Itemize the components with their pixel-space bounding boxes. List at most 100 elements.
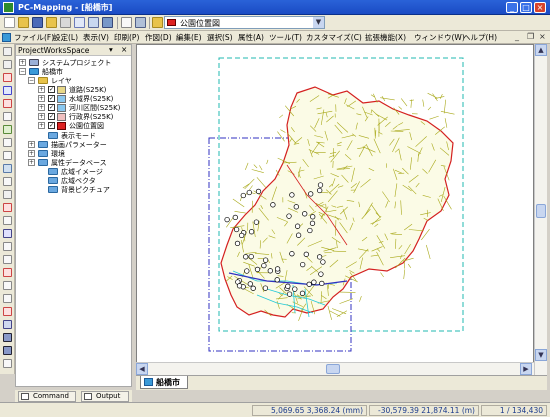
menu-view[interactable]: 表示(V) (83, 32, 109, 43)
info-icon[interactable] (3, 164, 12, 173)
map-canvas[interactable] (136, 44, 534, 375)
layer-visible-checkbox[interactable]: ✓ (48, 122, 55, 129)
scroll-right-button[interactable]: ▶ (520, 363, 532, 375)
layer-visible-checkbox[interactable]: ✓ (48, 104, 55, 111)
park-marker (317, 187, 323, 194)
zoom-in-icon[interactable] (3, 73, 12, 82)
menu-settings[interactable]: 設定(L) (53, 32, 78, 43)
road-segment (245, 162, 249, 171)
minimize-button[interactable]: _ (506, 2, 518, 13)
monitor-icon[interactable] (135, 17, 146, 28)
park-marker (254, 266, 261, 273)
close-button[interactable]: × (534, 2, 546, 13)
measure-icon[interactable] (3, 151, 12, 160)
maximize-button[interactable]: □ (520, 2, 532, 13)
menu-extensions[interactable]: 拡張機能(X) (365, 32, 406, 43)
output-icon (84, 393, 92, 400)
scroll-down-button[interactable]: ▼ (535, 349, 547, 361)
map-drawing[interactable] (137, 45, 534, 375)
park-marker (310, 214, 316, 220)
panel-pin-button[interactable]: ▾ (109, 45, 113, 54)
save-icon[interactable] (32, 17, 43, 28)
print-icon[interactable] (102, 17, 113, 28)
grid-icon[interactable] (3, 190, 12, 199)
menu-edit[interactable]: 編集(E) (176, 32, 202, 43)
menu-draw[interactable]: 作図(D) (145, 32, 172, 43)
zoom-window-icon[interactable] (3, 99, 12, 108)
menu-print[interactable]: 印刷(P) (114, 32, 139, 43)
split-icon[interactable] (3, 307, 12, 316)
open-project-icon[interactable] (46, 17, 57, 28)
point-icon[interactable] (3, 203, 12, 212)
layer-icon[interactable] (3, 320, 12, 329)
layer-folder-icon[interactable] (152, 17, 163, 28)
menu-attribute[interactable]: 属性(A) (238, 32, 264, 43)
road-segment (407, 263, 412, 268)
menu-select[interactable]: 選択(S) (207, 32, 233, 43)
layer-select[interactable]: 公園位置図 ▼ (164, 16, 325, 29)
expand-icon[interactable]: + (38, 104, 45, 111)
scroll-up-button[interactable]: ▲ (535, 44, 547, 56)
table-icon[interactable] (3, 346, 12, 355)
pan-icon[interactable] (3, 60, 12, 69)
export-icon[interactable] (60, 17, 71, 28)
folder-icon (48, 168, 58, 175)
zoom-out-icon[interactable] (3, 86, 12, 95)
line-icon[interactable] (3, 216, 12, 225)
copy-icon[interactable] (3, 294, 12, 303)
menu-customize[interactable]: カスタマイズ(C) (306, 32, 362, 43)
road-segment (253, 164, 258, 169)
horizontal-scrollbar[interactable]: ◀ ▶ (136, 362, 534, 375)
fit-icon[interactable] (3, 112, 12, 121)
text-icon[interactable] (3, 177, 12, 186)
rectangle-icon[interactable] (3, 242, 12, 251)
scroll-left-button[interactable]: ◀ (136, 363, 148, 375)
panel-close-button[interactable]: × (121, 45, 127, 54)
menu-help[interactable]: ヘルプ(H) (463, 32, 497, 43)
pointer-icon[interactable] (3, 47, 12, 56)
vertical-scroll-thumb[interactable] (536, 204, 546, 218)
command-tab[interactable]: Command (18, 391, 76, 402)
expand-icon[interactable]: + (28, 159, 35, 166)
move-icon[interactable] (3, 281, 12, 290)
menu-file[interactable]: ファイル(F) (14, 32, 54, 43)
layer-visible-checkbox[interactable]: ✓ (48, 113, 55, 120)
layer-visible-checkbox[interactable]: ✓ (48, 86, 55, 93)
road-segment (443, 99, 446, 114)
menu-tools[interactable]: ツール(T) (269, 32, 302, 43)
open-folder-icon[interactable] (18, 17, 29, 28)
mdi-restore-button[interactable]: ❐ (527, 32, 534, 42)
layer-visible-checkbox[interactable]: ✓ (48, 95, 55, 102)
menu-window[interactable]: ウィンドウ(W) (414, 32, 465, 43)
properties-icon[interactable] (74, 17, 85, 28)
attribute-icon[interactable] (3, 333, 12, 342)
output-tab[interactable]: Output (81, 391, 129, 402)
vertical-scrollbar[interactable]: ▲ ▼ (534, 44, 547, 375)
collapse-icon[interactable]: − (28, 77, 35, 84)
select-icon[interactable] (3, 138, 12, 147)
road-segment (380, 97, 395, 101)
print-preview-icon[interactable] (121, 17, 132, 28)
mdi-close-button[interactable]: × (539, 32, 546, 42)
chevron-down-icon[interactable]: ▼ (313, 17, 324, 28)
document-tab[interactable]: 船橋市 (140, 376, 188, 389)
new-file-icon[interactable] (4, 17, 15, 28)
expand-icon[interactable]: + (38, 122, 45, 129)
collapse-icon[interactable]: − (19, 68, 26, 75)
circle-icon[interactable] (3, 255, 12, 264)
document-icon[interactable] (2, 33, 11, 42)
delete-icon[interactable] (3, 268, 12, 277)
expand-icon[interactable]: + (28, 150, 35, 157)
expand-icon[interactable]: + (28, 141, 35, 148)
redraw-icon[interactable] (3, 125, 12, 134)
expand-icon[interactable]: + (38, 86, 45, 93)
expand-icon[interactable]: + (19, 59, 26, 66)
expand-icon[interactable]: + (38, 113, 45, 120)
expand-icon[interactable]: + (38, 95, 45, 102)
park-marker (261, 262, 267, 269)
mdi-minimize-button[interactable]: _ (515, 32, 519, 42)
screen-icon[interactable] (88, 17, 99, 28)
label-icon[interactable] (3, 359, 12, 368)
polygon-icon[interactable] (3, 229, 12, 238)
horizontal-scroll-thumb[interactable] (326, 364, 340, 374)
